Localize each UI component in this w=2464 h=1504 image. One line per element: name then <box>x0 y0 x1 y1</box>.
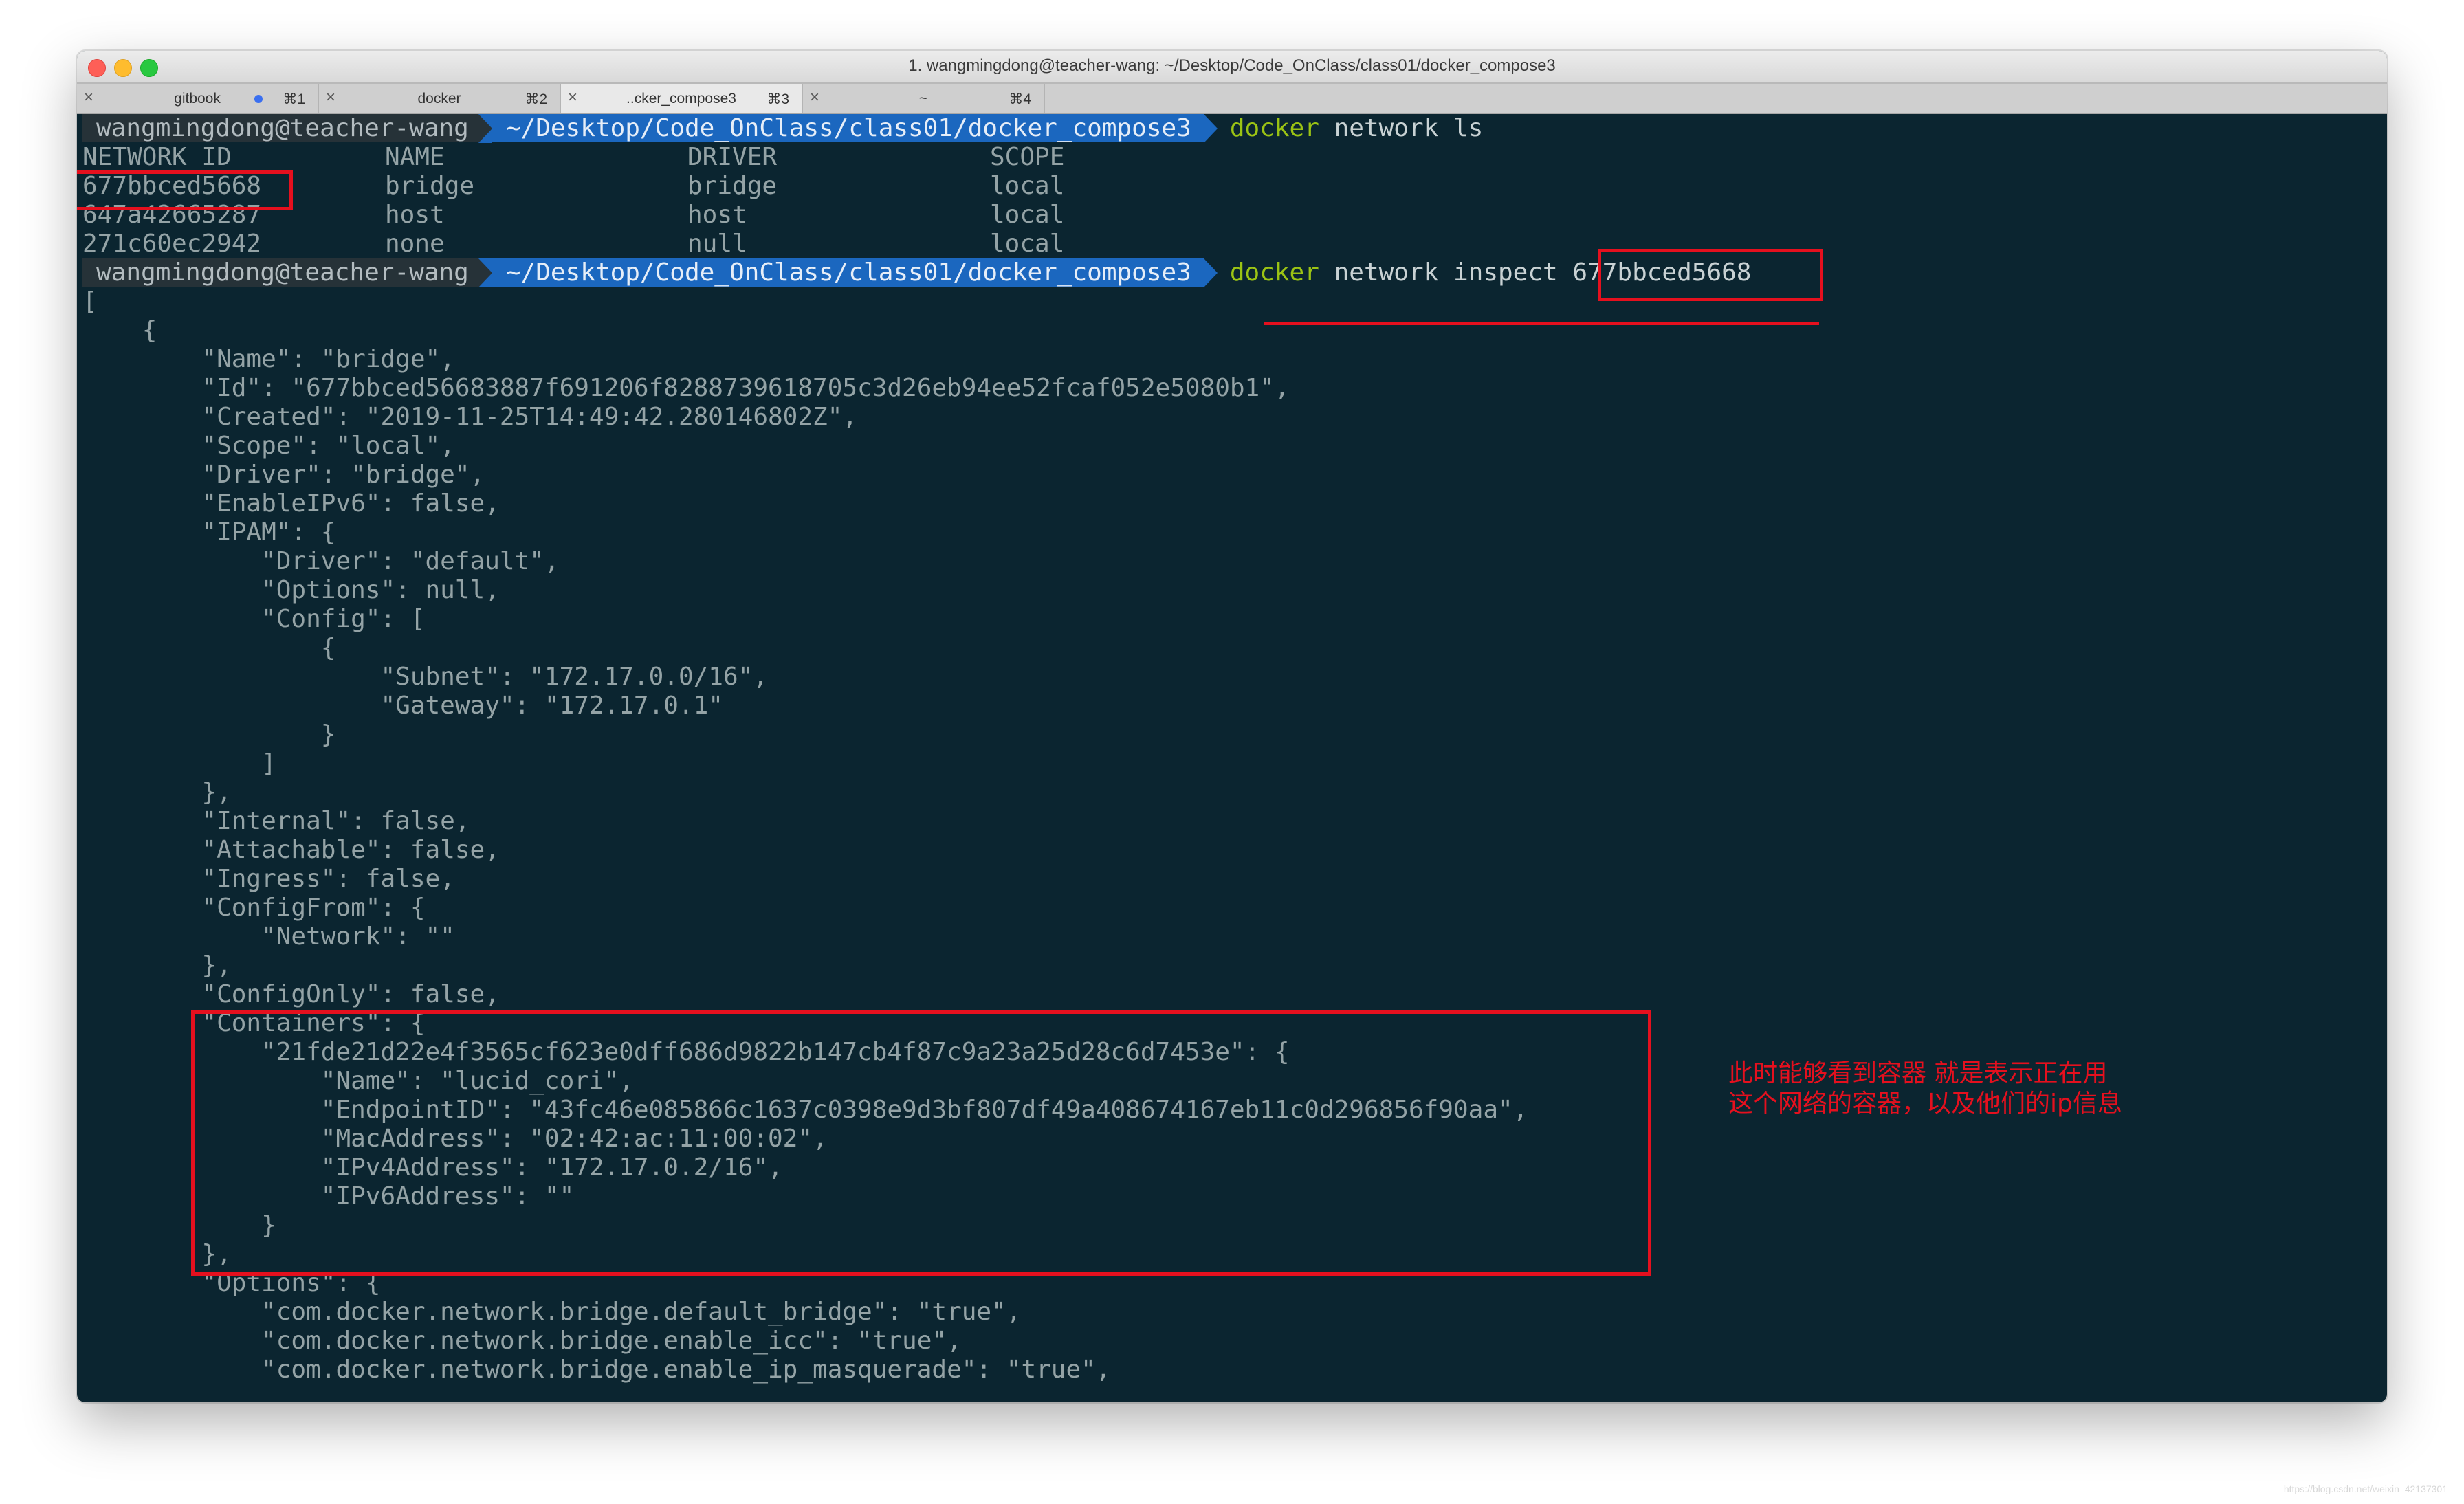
tab-shortcut: ⌘2 <box>525 91 547 107</box>
tab-label: ..cker_compose3 <box>626 91 736 107</box>
command-underline <box>1264 322 1819 325</box>
table-cell: NETWORK ID <box>82 143 232 171</box>
output-line: "Network": "" <box>82 922 455 951</box>
prompt-user: wangmingdong@teacher-wang <box>82 114 478 142</box>
prompt-path: ~/Desktop/Code_OnClass/class01/docker_co… <box>492 258 1204 287</box>
table-row: 271c60ec2942 none null local <box>82 230 2379 258</box>
tab-gitbook[interactable]: × gitbook ⌘1 <box>77 84 319 113</box>
output-line: { <box>82 316 157 344</box>
table-cell: local <box>990 172 1065 200</box>
table-cell: local <box>990 230 1065 258</box>
inspect-arg-highlight-box <box>1598 249 1823 301</box>
command-args: network inspect <box>1334 258 1573 287</box>
prompt-path: ~/Desktop/Code_OnClass/class01/docker_co… <box>492 114 1204 142</box>
tab-label: gitbook <box>174 91 221 107</box>
annotation-note: 此时能够看到容器 就是表示正在用 这个网络的容器，以及他们的ip信息 <box>1728 1059 2210 1119</box>
output-line: "com.docker.network.bridge.enable_ip_mas… <box>82 1356 1111 1384</box>
table-cell: host <box>688 201 747 229</box>
table-cell: bridge <box>688 172 778 200</box>
output-line: } <box>82 720 336 749</box>
title-bar[interactable]: 1. wangmingdong@teacher-wang: ~/Desktop/… <box>77 51 2387 84</box>
output-line: "EnableIPv6": false, <box>82 489 500 518</box>
output-line: "com.docker.network.bridge.default_bridg… <box>82 1298 1022 1326</box>
table-header-row: NETWORK ID NAME DRIVER SCOPE <box>82 143 2379 172</box>
tab-shortcut: ⌘4 <box>1009 91 1031 107</box>
command-name: docker <box>1229 114 1319 142</box>
tab-label: ~ <box>918 91 928 107</box>
tab-home[interactable]: × ~ ⌘4 <box>803 84 1045 113</box>
prompt-line: wangmingdong@teacher-wang ~/Desktop/Code_… <box>82 114 2379 143</box>
command-name: docker <box>1229 258 1319 287</box>
window-title: 1. wangmingdong@teacher-wang: ~/Desktop/… <box>908 56 1556 75</box>
output-line: "ConfigOnly": false, <box>82 980 500 1008</box>
table-cell: DRIVER <box>688 143 778 171</box>
output-line: ] <box>82 749 276 777</box>
annotation-line-1: 此时能够看到容器 就是表示正在用 <box>1728 1059 2108 1087</box>
tab-shortcut: ⌘1 <box>283 91 305 107</box>
output-line: "Scope": "local", <box>82 432 455 460</box>
output-line: "Ingress": false, <box>82 865 455 893</box>
activity-dot-icon <box>254 95 263 103</box>
output-line: "Name": "bridge", <box>82 345 455 373</box>
output-line: "Internal": false, <box>82 807 470 835</box>
table-row: 647a42665287 host host local <box>82 201 2379 230</box>
tab-docker[interactable]: × docker ⌘2 <box>319 84 561 113</box>
prompt-separator-icon <box>1203 114 1218 143</box>
table-cell: bridge <box>385 172 475 200</box>
output-line: "Driver": "bridge", <box>82 461 485 489</box>
tab-bar: × gitbook ⌘1 × docker ⌘2 × ..cker_compos… <box>77 84 2387 114</box>
output-line: }, <box>82 951 232 980</box>
tab-shortcut: ⌘3 <box>767 91 789 107</box>
tab-label: docker <box>417 91 461 107</box>
network-id-highlight-box <box>77 170 293 210</box>
command-args: network ls <box>1334 114 1484 142</box>
output-line: "Created": "2019-11-25T14:49:42.28014680… <box>82 403 858 431</box>
output-line: [ <box>82 287 98 316</box>
containers-highlight-box <box>191 1010 1651 1276</box>
output-line: }, <box>82 778 232 806</box>
table-cell: local <box>990 201 1065 229</box>
output-line: "Options": null, <box>82 576 500 604</box>
output-line: "IPAM": { <box>82 518 336 546</box>
output-line: "ConfigFrom": { <box>82 894 426 922</box>
watermark: https://blog.csdn.net/weixin_42137301 <box>2283 1483 2448 1494</box>
tab-docker-compose3[interactable]: × ..cker_compose3 ⌘3 <box>561 84 803 113</box>
table-cell: host <box>385 201 445 229</box>
table-cell: SCOPE <box>990 143 1065 171</box>
output-line: "Driver": "default", <box>82 547 560 575</box>
output-line: { <box>82 634 336 662</box>
prompt-user: wangmingdong@teacher-wang <box>82 258 478 287</box>
output-line: "Subnet": "172.17.0.0/16", <box>82 663 768 691</box>
prompt-line: wangmingdong@teacher-wang ~/Desktop/Code_… <box>82 258 2379 287</box>
output-line: "Gateway": "172.17.0.1" <box>82 692 723 720</box>
tab-bar-empty-area <box>1045 84 2387 113</box>
table-cell: 271c60ec2942 <box>82 230 262 258</box>
annotation-line-2: 这个网络的容器，以及他们的ip信息 <box>1728 1090 2122 1118</box>
table-cell: none <box>385 230 445 258</box>
prompt-separator-icon <box>478 258 492 287</box>
prompt-separator-icon <box>478 114 492 143</box>
output-line: "Attachable": false, <box>82 836 500 864</box>
table-cell: null <box>688 230 747 258</box>
table-cell: NAME <box>385 143 445 171</box>
output-line: "Config": [ <box>82 605 426 633</box>
output-line: "Id": "677bbced56683887f691206f828873961… <box>82 374 1290 402</box>
table-row: 677bbced5668 bridge bridge local <box>82 172 2379 201</box>
terminal-window: 1. wangmingdong@teacher-wang: ~/Desktop/… <box>77 51 2387 1402</box>
prompt-separator-icon <box>1203 258 1218 287</box>
network-table: NETWORK ID NAME DRIVER SCOPE 677bbced5668 bri… <box>82 143 2379 258</box>
output-line: "com.docker.network.bridge.enable_icc": … <box>82 1327 962 1355</box>
